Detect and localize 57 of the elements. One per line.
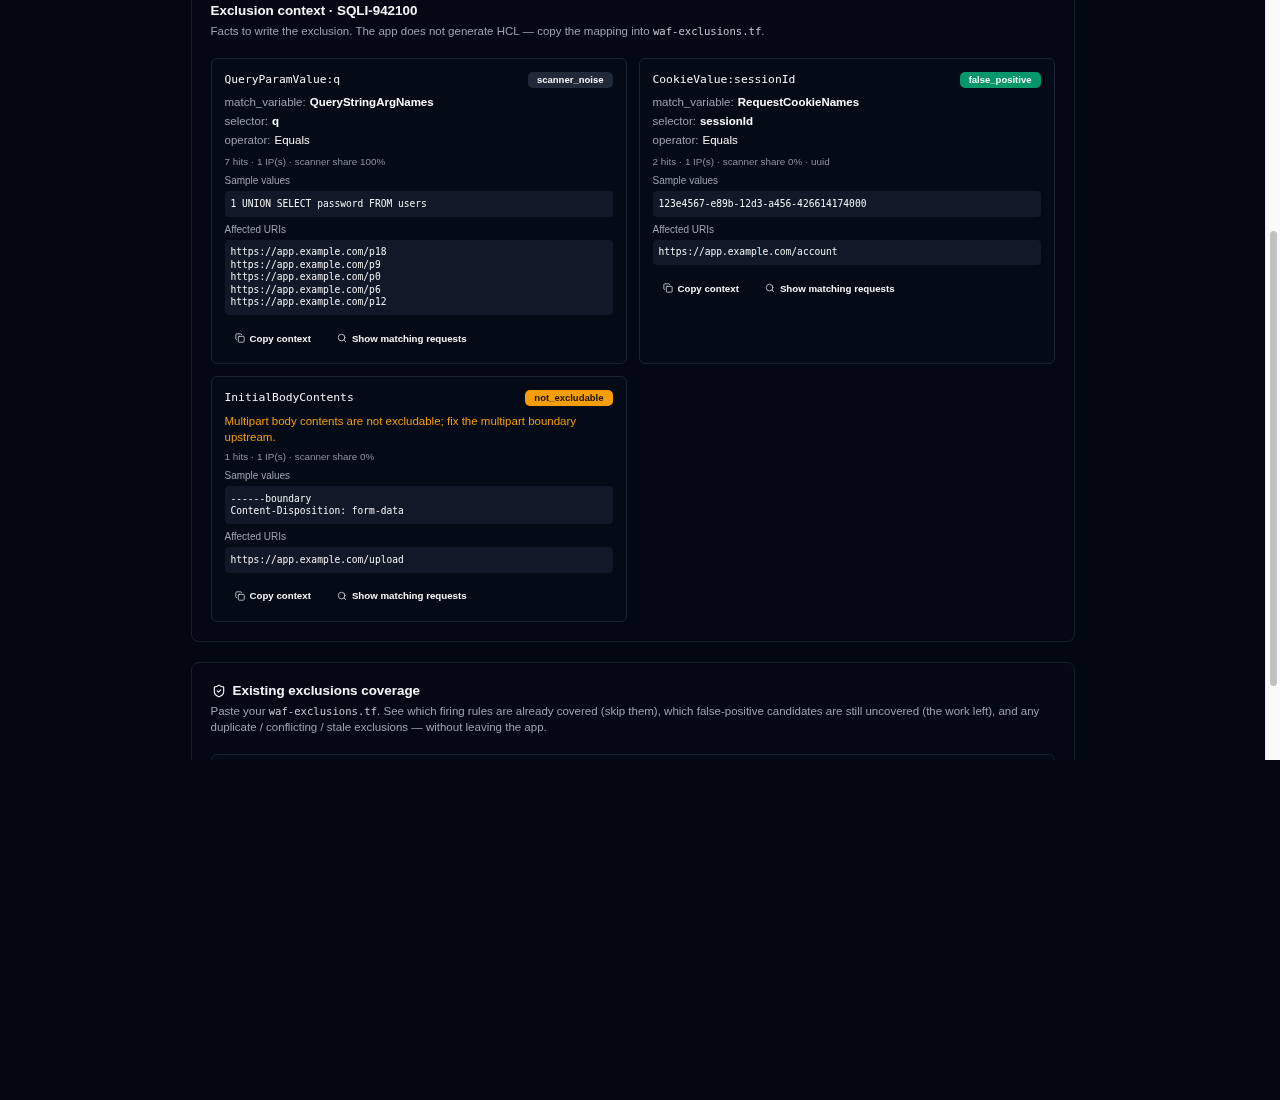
copy-icon xyxy=(662,283,673,293)
show-requests-button[interactable]: Show matching requests xyxy=(326,583,477,608)
uri-text: https://app.example.com/account xyxy=(658,246,838,259)
hit-stats: 2 hits · 1 IP(s) · scanner share 0% · uuid xyxy=(652,155,831,169)
section-description: Paste your waf-exclusions.tf. See which firing rules are already covered (skip them), which false-positive candidates are still uncovered (the work left), and any duplicate / conflicting / stale exclusions — without leaving the app. xyxy=(210,703,1041,735)
search-icon xyxy=(336,333,347,343)
uri-text: https://app.example.com/p0 xyxy=(230,271,381,284)
section-title: Exclusion context · SQLI-942100 xyxy=(210,2,419,20)
card-title: CookieValue:sessionId xyxy=(652,72,796,88)
field-value: QueryStringArgNames xyxy=(309,95,434,110)
sample-values-label: Sample values xyxy=(652,174,720,188)
uri-text: https://app.example.com/p12 xyxy=(230,296,387,309)
field-label: match_variable: xyxy=(652,95,734,110)
status-tag: not_excludable xyxy=(525,390,613,406)
sample-values-label: Sample values xyxy=(224,174,292,188)
affected-uris-label: Affected URIs xyxy=(224,222,287,237)
copy-context-button[interactable]: Copy context xyxy=(224,326,321,350)
warning-text: Multipart body contents are not excludable; fix the multipart boundary upstream. xyxy=(224,414,578,445)
copy-context-button[interactable]: Copy context xyxy=(652,276,749,300)
sample-value: 123e4567-e89b-12d3-a456-426614174000 xyxy=(658,197,867,210)
field-value: Equals xyxy=(274,133,310,148)
hit-stats: 7 hits · 1 IP(s) · scanner share 100% xyxy=(224,155,387,169)
copy-context-button[interactable]: Copy context xyxy=(224,583,321,608)
scrollbar-thumb[interactable] xyxy=(1269,231,1277,686)
field-label: match_variable: xyxy=(224,95,306,110)
sample-value: ------boundary xyxy=(230,492,312,505)
sample-values-label: Sample values xyxy=(224,469,292,483)
shield-check-icon xyxy=(211,683,226,698)
status-tag: scanner_noise xyxy=(527,72,613,88)
field-value: RequestCookieNames xyxy=(737,95,860,110)
uri-text: https://app.example.com/p6 xyxy=(230,283,381,296)
status-tag: false_positive xyxy=(959,72,1041,88)
section-title: Existing exclusions coverage xyxy=(232,681,421,700)
uri-text: https://app.example.com/p18 xyxy=(230,246,387,259)
copy-icon xyxy=(234,590,245,601)
copy-icon xyxy=(234,333,245,343)
field-value: sessionId xyxy=(699,114,754,129)
hit-stats: 1 hits · 1 IP(s) · scanner share 0% xyxy=(224,450,376,464)
section-description: Facts to write the exclusion. The app does not generate HCL — copy the mapping into waf-exclusions.tf. xyxy=(210,24,766,39)
field-value: Equals xyxy=(702,133,738,148)
uri-text: https://app.example.com/p9 xyxy=(230,258,381,271)
affected-uris-label: Affected URIs xyxy=(652,222,715,237)
search-icon xyxy=(764,283,775,293)
card-title: InitialBodyContents xyxy=(224,390,354,406)
affected-uris-label: Affected URIs xyxy=(224,530,287,544)
show-requests-button[interactable]: Show matching requests xyxy=(754,276,905,300)
field-label: operator: xyxy=(652,133,699,148)
field-value: q xyxy=(271,114,279,129)
uri-text: https://app.example.com/upload xyxy=(230,553,404,566)
field-label: operator: xyxy=(224,133,271,148)
sample-value: Content-Disposition: form-data xyxy=(230,505,404,518)
field-label: selector: xyxy=(652,114,696,129)
card-title: QueryParamValue:q xyxy=(224,72,341,88)
sample-value: 1 UNION SELECT password FROM users xyxy=(230,197,427,210)
show-requests-button[interactable]: Show matching requests xyxy=(326,326,477,350)
field-label: selector: xyxy=(224,114,268,129)
search-icon xyxy=(336,590,347,601)
